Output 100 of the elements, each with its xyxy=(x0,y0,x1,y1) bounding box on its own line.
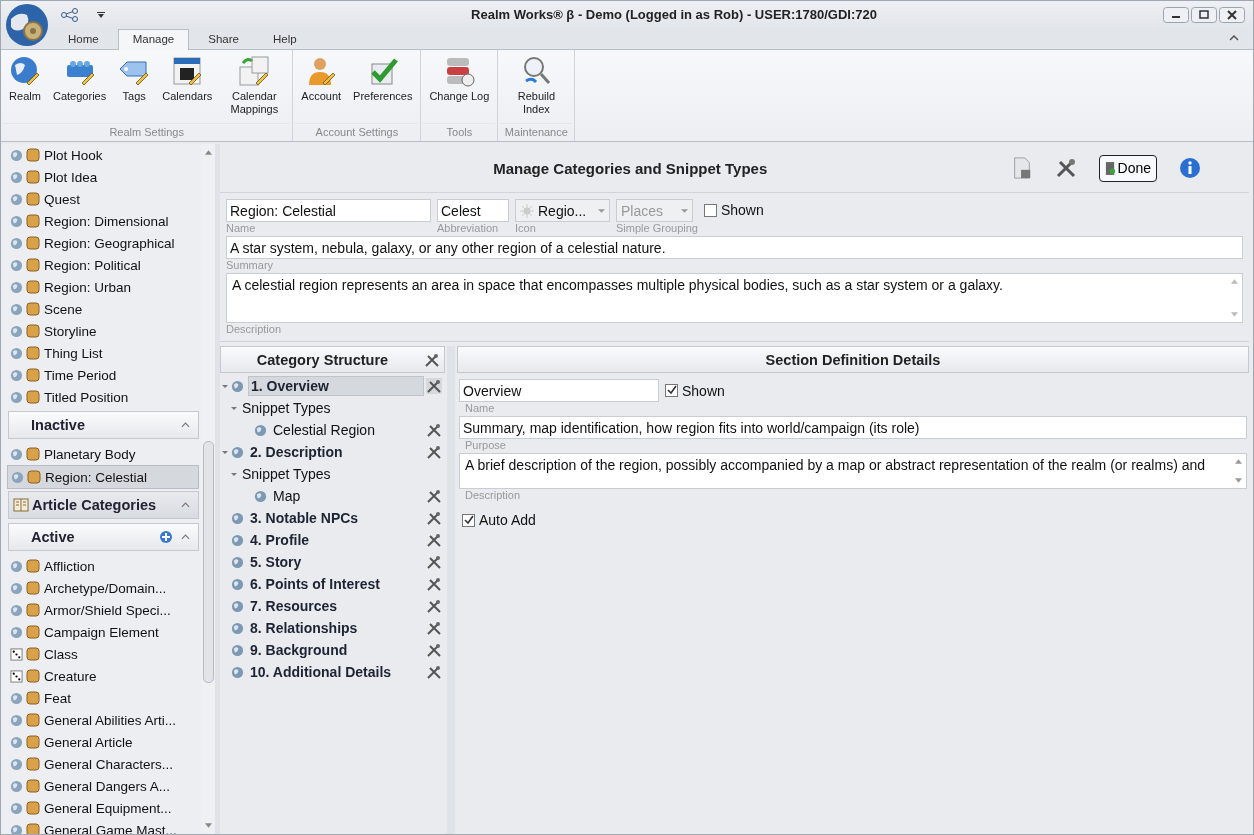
ribbon-button[interactable]: Calendar Mappings xyxy=(218,53,291,123)
scroll-up-icon[interactable] xyxy=(1234,459,1242,464)
share-nodes-icon[interactable] xyxy=(61,7,79,22)
category-list-item[interactable]: Region: Dimensional xyxy=(7,210,201,232)
info-icon[interactable] xyxy=(1179,157,1201,179)
shown-checkbox[interactable]: Shown xyxy=(665,379,725,402)
snippet-node[interactable]: Map xyxy=(271,487,424,505)
shown-checkbox[interactable]: Shown xyxy=(703,199,764,221)
section-node[interactable]: 3. Notable NPCs xyxy=(248,509,424,527)
ribbon-button[interactable]: Change Log xyxy=(423,53,496,123)
ribbon-button[interactable]: Preferences xyxy=(347,53,419,123)
category-list-item[interactable]: General Equipment... xyxy=(7,797,201,819)
chevron-icon[interactable] xyxy=(181,422,190,428)
category-list-item[interactable]: Class xyxy=(7,643,201,665)
tools-icon[interactable] xyxy=(426,620,442,636)
snippet-node[interactable]: Celestial Region xyxy=(271,421,424,439)
tools-icon[interactable] xyxy=(426,576,442,592)
tools-icon[interactable] xyxy=(426,642,442,658)
section-node[interactable]: 9. Background xyxy=(248,641,424,659)
chevron-icon[interactable] xyxy=(181,502,190,508)
auto-add-checkbox[interactable]: Auto Add xyxy=(462,509,1247,531)
category-list-item[interactable]: Affliction xyxy=(7,555,201,577)
ribbon-button[interactable]: Rebuild Index xyxy=(500,53,573,123)
close-button[interactable] xyxy=(1219,6,1245,23)
tools-icon[interactable] xyxy=(426,598,442,614)
scroll-down-icon[interactable] xyxy=(1234,478,1242,483)
description-field[interactable]: A brief description of the region, possibly accompanied by a map or abstract representation of the realm (or realms) and xyxy=(459,453,1247,489)
tools-icon[interactable] xyxy=(426,554,442,570)
expand-arrow-icon[interactable] xyxy=(230,470,238,478)
add-icon[interactable] xyxy=(159,530,173,544)
active-group-header[interactable]: Active xyxy=(8,523,199,551)
category-list-item[interactable]: Plot Hook xyxy=(7,144,201,166)
category-list-item[interactable]: Creature xyxy=(7,665,201,687)
scroll-down-icon[interactable] xyxy=(204,823,212,828)
tools-icon[interactable] xyxy=(426,378,442,394)
expand-arrow-icon[interactable] xyxy=(221,382,229,390)
category-list-item[interactable]: Plot Idea xyxy=(7,166,201,188)
summary-field[interactable]: A star system, nebula, galaxy, or any other region of a celestial nature. xyxy=(226,236,1243,259)
tools-icon[interactable] xyxy=(424,351,440,368)
category-list-item[interactable]: Feat xyxy=(7,687,201,709)
tools-icon[interactable] xyxy=(426,510,442,526)
category-list-item[interactable]: General Abilities Arti... xyxy=(7,709,201,731)
category-list-item[interactable]: Region: Political xyxy=(7,254,201,276)
ribbon-tab[interactable]: Share xyxy=(193,29,254,49)
tools-icon[interactable] xyxy=(426,444,442,460)
category-list-item[interactable]: Quest xyxy=(7,188,201,210)
category-list-item[interactable]: Time Period xyxy=(7,364,201,386)
expand-arrow-icon[interactable] xyxy=(230,404,238,412)
ribbon-tab[interactable]: Help xyxy=(257,29,312,49)
name-field[interactable]: Region: Celestial xyxy=(226,199,431,222)
expand-arrow-icon[interactable] xyxy=(221,448,229,456)
section-node[interactable]: 1. Overview xyxy=(248,376,424,396)
category-list-item[interactable]: Region: Celestial xyxy=(7,465,199,489)
dropdown-caret-icon[interactable] xyxy=(97,11,105,18)
section-node[interactable]: 2. Description xyxy=(248,443,424,461)
tools-icon[interactable] xyxy=(1054,157,1077,179)
category-list-item[interactable]: General Game Mast... xyxy=(7,819,201,834)
category-list-item[interactable]: General Article xyxy=(7,731,201,753)
category-list-item[interactable]: Archetype/Domain... xyxy=(7,577,201,599)
category-list-item[interactable]: Storyline xyxy=(7,320,201,342)
section-node[interactable]: 10. Additional Details xyxy=(248,663,424,681)
section-node[interactable]: 6. Points of Interest xyxy=(248,575,424,593)
category-list-item[interactable]: Campaign Element xyxy=(7,621,201,643)
done-button[interactable]: Done xyxy=(1098,154,1157,182)
minimize-button[interactable] xyxy=(1163,6,1189,23)
tools-icon[interactable] xyxy=(426,422,442,438)
tools-icon[interactable] xyxy=(426,532,442,548)
category-list-item[interactable]: Region: Urban xyxy=(7,276,201,298)
abbreviation-field[interactable]: Celest xyxy=(437,199,509,222)
section-node[interactable]: 7. Resources xyxy=(248,597,424,615)
chevron-icon[interactable] xyxy=(181,534,190,540)
ribbon-tab[interactable]: Home xyxy=(53,29,114,49)
ribbon-tab[interactable]: Manage xyxy=(117,29,190,50)
category-list-item[interactable]: General Characters... xyxy=(7,753,201,775)
purpose-field[interactable]: Summary, map identification, how region fits into world/campaign (its role) xyxy=(459,416,1247,439)
category-list-item[interactable]: Scene xyxy=(7,298,201,320)
category-list-item[interactable]: Planetary Body xyxy=(7,443,201,465)
scroll-up-icon[interactable] xyxy=(204,150,212,155)
snippet-group-node[interactable]: Snippet Types xyxy=(240,399,445,417)
collapse-ribbon-icon[interactable] xyxy=(1229,35,1239,41)
maximize-button[interactable] xyxy=(1191,6,1217,23)
category-list-item[interactable]: Thing List xyxy=(7,342,201,364)
ribbon-button[interactable]: Categories xyxy=(47,53,113,123)
snippet-group-node[interactable]: Snippet Types xyxy=(240,465,445,483)
ribbon-button[interactable]: Account xyxy=(295,53,348,123)
category-list-item[interactable]: Armor/Shield Speci... xyxy=(7,599,201,621)
category-list-item[interactable]: Titled Position xyxy=(7,386,201,408)
article-categories-header[interactable]: Article Categories xyxy=(8,491,199,519)
tools-icon[interactable] xyxy=(426,488,442,504)
tools-icon[interactable] xyxy=(426,664,442,680)
ribbon-button[interactable]: Realm xyxy=(3,53,47,123)
section-node[interactable]: 5. Story xyxy=(248,553,424,571)
section-node[interactable]: 8. Relationships xyxy=(248,619,424,637)
icon-dropdown[interactable]: Regio... xyxy=(515,199,610,222)
category-list-item[interactable]: General Dangers A... xyxy=(7,775,201,797)
name-field[interactable]: Overview xyxy=(459,379,659,402)
section-node[interactable]: 4. Profile xyxy=(248,531,424,549)
category-list-item[interactable]: Region: Geographical xyxy=(7,232,201,254)
ribbon-button[interactable]: Calendars xyxy=(156,53,219,123)
ribbon-button[interactable]: Tags xyxy=(112,53,157,123)
